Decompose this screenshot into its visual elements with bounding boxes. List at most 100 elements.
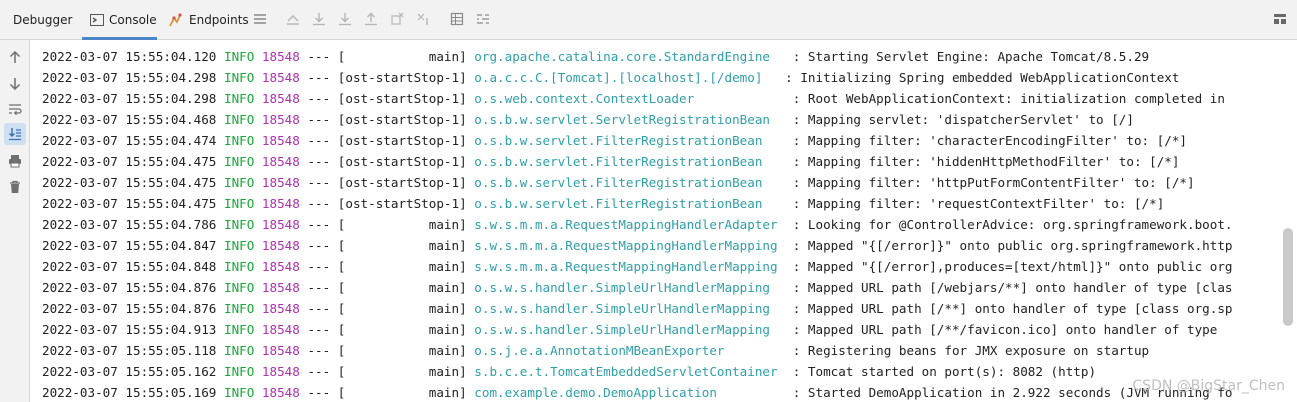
tab-endpoints[interactable]: Endpoints <box>169 0 249 40</box>
log-message: : Initializing Spring embedded WebApplic… <box>785 70 1180 85</box>
log-separator: --- <box>307 238 331 253</box>
log-line: 2022-03-07 15:55:04.913 INFO 18548 --- [… <box>42 319 1225 340</box>
log-timestamp: 2022-03-07 15:55:05.162 <box>42 364 217 379</box>
log-thread: [ost-startStop-1] <box>337 112 467 127</box>
log-thread: [ main] <box>337 364 467 379</box>
log-pid: 18548 <box>261 49 300 64</box>
settings-list-icon[interactable] <box>475 11 491 27</box>
log-level: INFO <box>223 385 255 400</box>
step-over-icon[interactable] <box>311 11 327 27</box>
log-timestamp: 2022-03-07 15:55:04.475 <box>42 154 217 169</box>
log-separator: --- <box>307 70 331 85</box>
log-pid: 18548 <box>261 133 300 148</box>
log-timestamp: 2022-03-07 15:55:04.468 <box>42 112 217 127</box>
tab-debugger[interactable]: Debugger <box>13 0 72 40</box>
tab-debugger-label: Debugger <box>13 13 73 27</box>
log-timestamp: 2022-03-07 15:55:04.847 <box>42 238 217 253</box>
log-line: 2022-03-07 15:55:04.475 INFO 18548 --- [… <box>42 151 1179 172</box>
log-logger: s.b.c.e.t.TomcatEmbeddedServletContainer <box>474 364 786 379</box>
endpoints-icon <box>169 13 184 27</box>
log-message: : Mapped URL path [/**] onto handler of … <box>792 301 1233 316</box>
trash-icon[interactable] <box>7 179 23 195</box>
log-separator: --- <box>307 154 331 169</box>
log-logger: o.s.b.w.servlet.FilterRegistrationBean <box>474 133 786 148</box>
show-execution-point-icon[interactable] <box>285 11 301 27</box>
log-thread: [ost-startStop-1] <box>337 91 467 106</box>
log-line: 2022-03-07 15:55:04.786 INFO 18548 --- [… <box>42 214 1233 235</box>
log-message: : Mapping filter: 'requestContextFilter'… <box>792 196 1165 211</box>
log-level: INFO <box>223 154 255 169</box>
log-message: : Root WebApplicationContext: initializa… <box>792 91 1225 106</box>
vertical-scrollbar[interactable] <box>1283 228 1293 326</box>
log-thread: [ost-startStop-1] <box>337 196 467 211</box>
log-level: INFO <box>223 91 255 106</box>
log-logger: o.s.web.context.ContextLoader <box>474 91 786 106</box>
log-level: INFO <box>223 217 255 232</box>
log-thread: [ main] <box>337 49 467 64</box>
step-into-icon[interactable] <box>337 11 353 27</box>
down-arrow-icon[interactable] <box>7 75 23 91</box>
log-pid: 18548 <box>261 175 300 190</box>
tab-console[interactable]: Console <box>90 0 157 40</box>
log-logger: o.a.c.c.C.[Tomcat].[localhost].[/demo] <box>474 70 778 85</box>
console-sidebar <box>0 40 30 402</box>
drop-frame-icon[interactable] <box>389 11 405 27</box>
log-separator: --- <box>307 133 331 148</box>
log-separator: --- <box>307 322 331 337</box>
log-message: : Registering beans for JMX exposure on … <box>792 343 1150 358</box>
log-line: 2022-03-07 15:55:04.475 INFO 18548 --- [… <box>42 193 1164 214</box>
log-line: 2022-03-07 15:55:04.474 INFO 18548 --- [… <box>42 130 1187 151</box>
log-timestamp: 2022-03-07 15:55:04.120 <box>42 49 217 64</box>
log-line: 2022-03-07 15:55:04.876 INFO 18548 --- [… <box>42 298 1233 319</box>
log-message: : Mapped URL path [/**/favicon.ico] onto… <box>792 322 1225 337</box>
log-pid: 18548 <box>261 196 300 211</box>
log-thread: [ main] <box>337 259 467 274</box>
watermark: CSDN @BigStar_Chen <box>1132 378 1285 394</box>
log-line: 2022-03-07 15:55:05.162 INFO 18548 --- [… <box>42 361 1096 382</box>
log-level: INFO <box>223 133 255 148</box>
log-pid: 18548 <box>261 91 300 106</box>
log-timestamp: 2022-03-07 15:55:04.474 <box>42 133 217 148</box>
log-separator: --- <box>307 301 331 316</box>
log-timestamp: 2022-03-07 15:55:04.475 <box>42 175 217 190</box>
log-line: 2022-03-07 15:55:04.847 INFO 18548 --- [… <box>42 235 1233 256</box>
layout-icon[interactable] <box>1272 11 1288 27</box>
log-separator: --- <box>307 343 331 358</box>
log-thread: [ main] <box>337 217 467 232</box>
log-separator: --- <box>307 91 331 106</box>
log-pid: 18548 <box>261 70 300 85</box>
log-level: INFO <box>223 259 255 274</box>
log-message: : Mapped URL path [/webjars/**] onto han… <box>792 280 1233 295</box>
log-logger: s.w.s.m.m.a.RequestMappingHandlerAdapter <box>474 217 786 232</box>
log-timestamp: 2022-03-07 15:55:04.475 <box>42 196 217 211</box>
log-thread: [ost-startStop-1] <box>337 133 467 148</box>
log-pid: 18548 <box>261 217 300 232</box>
log-level: INFO <box>223 49 255 64</box>
evaluate-expression-icon[interactable] <box>449 11 465 27</box>
log-thread: [ost-startStop-1] <box>337 154 467 169</box>
console-icon <box>90 13 104 27</box>
up-arrow-icon[interactable] <box>7 49 23 65</box>
log-pid: 18548 <box>261 322 300 337</box>
console-output[interactable]: 2022-03-07 15:55:04.120 INFO 18548 --- [… <box>30 40 1280 402</box>
print-icon[interactable] <box>7 153 23 169</box>
log-separator: --- <box>307 175 331 190</box>
soft-wrap-icon[interactable] <box>7 101 23 117</box>
log-level: INFO <box>223 112 255 127</box>
log-message: : Looking for @ControllerAdvice: org.spr… <box>792 217 1233 232</box>
log-timestamp: 2022-03-07 15:55:04.298 <box>42 70 217 85</box>
run-to-cursor-icon[interactable] <box>415 11 431 27</box>
log-pid: 18548 <box>261 364 300 379</box>
log-level: INFO <box>223 364 255 379</box>
log-message: : Starting Servlet Engine: Apache Tomcat… <box>792 49 1150 64</box>
step-out-icon[interactable] <box>363 11 379 27</box>
log-separator: --- <box>307 196 331 211</box>
log-pid: 18548 <box>261 343 300 358</box>
log-logger: o.s.b.w.servlet.FilterRegistrationBean <box>474 175 786 190</box>
log-separator: --- <box>307 112 331 127</box>
scroll-to-end-icon[interactable] <box>4 123 26 145</box>
menu-icon[interactable] <box>252 11 268 27</box>
log-separator: --- <box>307 364 331 379</box>
debug-toolbar: Debugger Console Endpoints <box>0 0 1297 40</box>
log-thread: [ main] <box>337 322 467 337</box>
